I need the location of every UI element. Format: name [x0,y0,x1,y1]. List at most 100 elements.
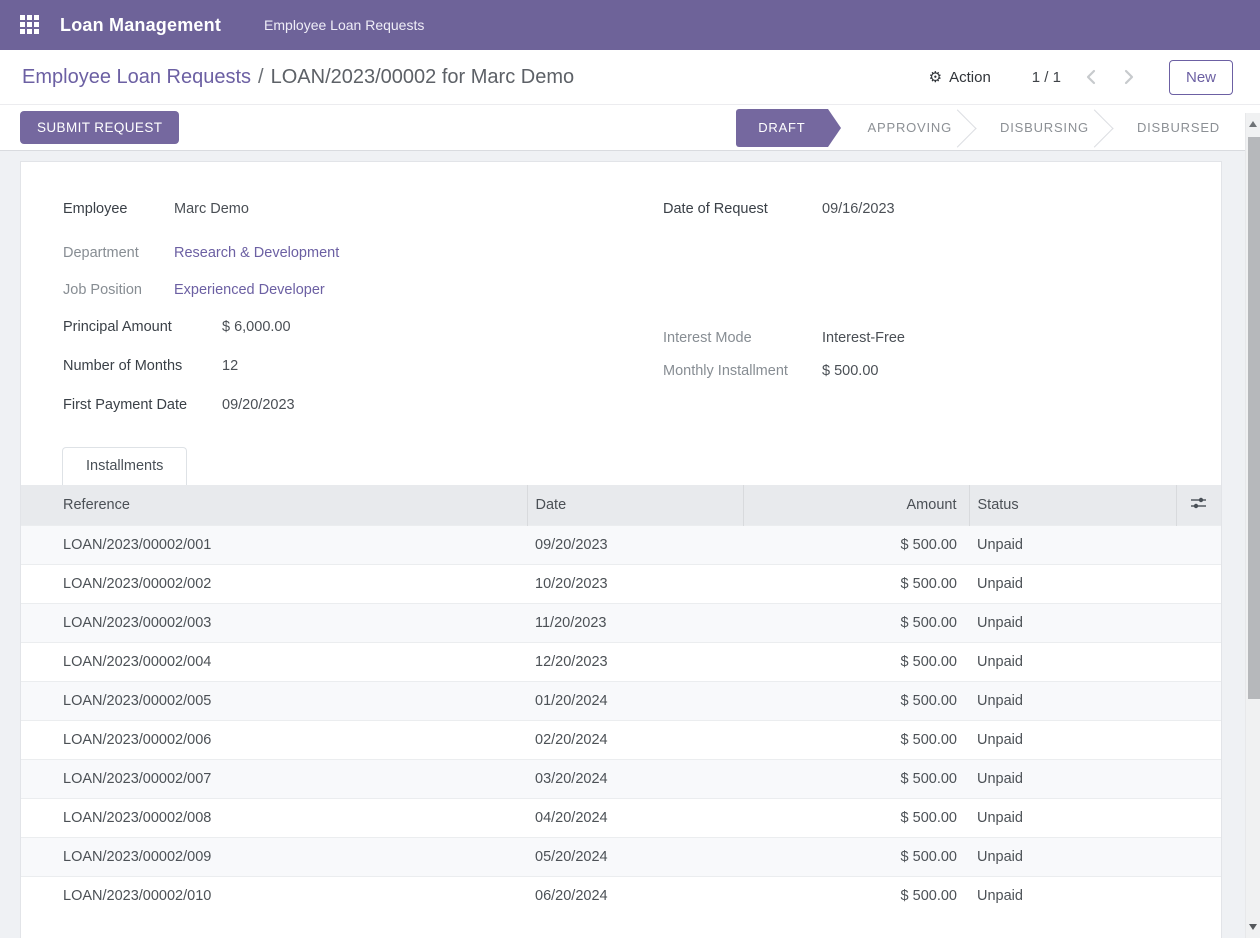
department-value-link[interactable]: Research & Development [174,245,339,261]
installment-status[interactable]: Unpaid [969,721,1176,760]
job-position-value-link[interactable]: Experienced Developer [174,282,325,298]
installment-amount[interactable]: $ 500.00 [743,643,969,682]
installment-amount[interactable]: $ 500.00 [743,877,969,916]
chevron-right-icon [1124,69,1135,85]
field-interest-mode: Interest Mode Interest-Free [663,330,1221,346]
installment-date[interactable]: 02/20/2024 [527,721,743,760]
installment-date[interactable]: 11/20/2023 [527,604,743,643]
apps-grid-icon[interactable] [20,15,40,35]
installment-status[interactable]: Unpaid [969,526,1176,565]
installment-date[interactable]: 04/20/2024 [527,799,743,838]
status-step[interactable]: DRAFT [736,109,827,147]
installment-reference[interactable]: LOAN/2023/00002/008 [21,799,527,838]
installment-status[interactable]: Unpaid [969,877,1176,916]
installment-amount[interactable]: $ 500.00 [743,682,969,721]
installment-amount[interactable]: $ 500.00 [743,526,969,565]
breadcrumb-parent-link[interactable]: Employee Loan Requests [22,66,251,88]
gear-icon: ⚙ [929,70,942,85]
status-step[interactable]: DISBURSED [1113,109,1222,147]
installment-status[interactable]: Unpaid [969,565,1176,604]
monthly-installment-value[interactable]: $ 500.00 [822,363,878,379]
interest-mode-value[interactable]: Interest-Free [822,330,905,346]
column-header-amount[interactable]: Amount [743,485,969,526]
installment-reference[interactable]: LOAN/2023/00002/001 [21,526,527,565]
installment-row[interactable]: LOAN/2023/00002/007 03/20/2024 $ 500.00 … [21,760,1221,799]
first-payment-date-value[interactable]: 09/20/2023 [222,397,295,413]
pager-count: 1 / 1 [1032,69,1061,86]
installment-status[interactable]: Unpaid [969,604,1176,643]
installment-date[interactable]: 09/20/2023 [527,526,743,565]
submit-request-button[interactable]: SUBMIT REQUEST [20,111,179,144]
form-left-column: Employee Marc Demo Department Research &… [21,201,621,413]
top-navbar: Loan Management Employee Loan Requests [0,0,1260,50]
installment-date[interactable]: 06/20/2024 [527,877,743,916]
installment-row-end [1176,838,1221,877]
pager-next-button[interactable] [1120,65,1139,89]
pager-previous-button[interactable] [1081,65,1100,89]
installment-amount[interactable]: $ 500.00 [743,799,969,838]
installment-reference[interactable]: LOAN/2023/00002/006 [21,721,527,760]
scrollbar-thumb[interactable] [1248,137,1260,699]
scroll-up-button[interactable] [1246,116,1260,132]
installment-reference[interactable]: LOAN/2023/00002/004 [21,643,527,682]
column-header-date[interactable]: Date [527,485,743,526]
nav-menu-employee-loan-requests[interactable]: Employee Loan Requests [264,17,424,33]
installment-date[interactable]: 10/20/2023 [527,565,743,604]
tab-installments[interactable]: Installments [62,447,187,485]
principal-amount-value[interactable]: $ 6,000.00 [222,319,291,335]
installment-amount[interactable]: $ 500.00 [743,838,969,877]
installment-status[interactable]: Unpaid [969,838,1176,877]
installment-amount[interactable]: $ 500.00 [743,760,969,799]
number-of-months-label: Number of Months [63,358,222,374]
installment-date[interactable]: 03/20/2024 [527,760,743,799]
installment-row[interactable]: LOAN/2023/00002/002 10/20/2023 $ 500.00 … [21,565,1221,604]
installment-row-end [1176,682,1221,721]
installment-date[interactable]: 01/20/2024 [527,682,743,721]
new-button[interactable]: New [1169,60,1233,95]
installment-row-end [1176,799,1221,838]
installment-amount[interactable]: $ 500.00 [743,604,969,643]
app-name[interactable]: Loan Management [60,15,221,36]
field-number-of-months: Number of Months 12 [63,358,621,374]
installment-row[interactable]: LOAN/2023/00002/001 09/20/2023 $ 500.00 … [21,526,1221,565]
form-right-column: Date of Request 09/16/2023 Interest Mode… [621,201,1221,413]
action-menu-button[interactable]: ⚙ Action [929,69,991,86]
installment-reference[interactable]: LOAN/2023/00002/005 [21,682,527,721]
column-header-reference[interactable]: Reference [21,485,527,526]
date-of-request-value[interactable]: 09/16/2023 [822,201,895,217]
sliders-icon [1190,496,1207,510]
installment-row[interactable]: LOAN/2023/00002/004 12/20/2023 $ 500.00 … [21,643,1221,682]
installment-row[interactable]: LOAN/2023/00002/010 06/20/2024 $ 500.00 … [21,877,1221,916]
scroll-down-button[interactable] [1246,919,1260,935]
installment-row[interactable]: LOAN/2023/00002/003 11/20/2023 $ 500.00 … [21,604,1221,643]
installment-date[interactable]: 05/20/2024 [527,838,743,877]
installment-row[interactable]: LOAN/2023/00002/006 02/20/2024 $ 500.00 … [21,721,1221,760]
statusbar: DRAFT APPROVING DISBURSING DISBURSED [736,109,1222,147]
installment-row[interactable]: LOAN/2023/00002/009 05/20/2024 $ 500.00 … [21,838,1221,877]
installment-date[interactable]: 12/20/2023 [527,643,743,682]
form-button-bar: SUBMIT REQUEST DRAFT APPROVING DISBURSIN… [0,105,1260,151]
installment-reference[interactable]: LOAN/2023/00002/003 [21,604,527,643]
installment-status[interactable]: Unpaid [969,760,1176,799]
column-header-status[interactable]: Status [969,485,1176,526]
employee-value[interactable]: Marc Demo [174,201,249,217]
installment-row[interactable]: LOAN/2023/00002/005 01/20/2024 $ 500.00 … [21,682,1221,721]
form-fields: Employee Marc Demo Department Research &… [21,162,1221,413]
installment-row-end [1176,760,1221,799]
installment-reference[interactable]: LOAN/2023/00002/010 [21,877,527,916]
vertical-scrollbar[interactable] [1245,113,1260,938]
breadcrumb-current: LOAN/2023/00002 for Marc Demo [271,66,575,88]
number-of-months-value[interactable]: 12 [222,358,238,374]
installment-status[interactable]: Unpaid [969,643,1176,682]
installment-reference[interactable]: LOAN/2023/00002/002 [21,565,527,604]
installment-amount[interactable]: $ 500.00 [743,721,969,760]
installment-reference[interactable]: LOAN/2023/00002/007 [21,760,527,799]
installment-status[interactable]: Unpaid [969,682,1176,721]
installment-reference[interactable]: LOAN/2023/00002/009 [21,838,527,877]
installment-row-end [1176,526,1221,565]
installment-amount[interactable]: $ 500.00 [743,565,969,604]
installment-row[interactable]: LOAN/2023/00002/008 04/20/2024 $ 500.00 … [21,799,1221,838]
optional-columns-button[interactable] [1176,485,1221,526]
installments-body: LOAN/2023/00002/001 09/20/2023 $ 500.00 … [21,526,1221,916]
installment-status[interactable]: Unpaid [969,799,1176,838]
